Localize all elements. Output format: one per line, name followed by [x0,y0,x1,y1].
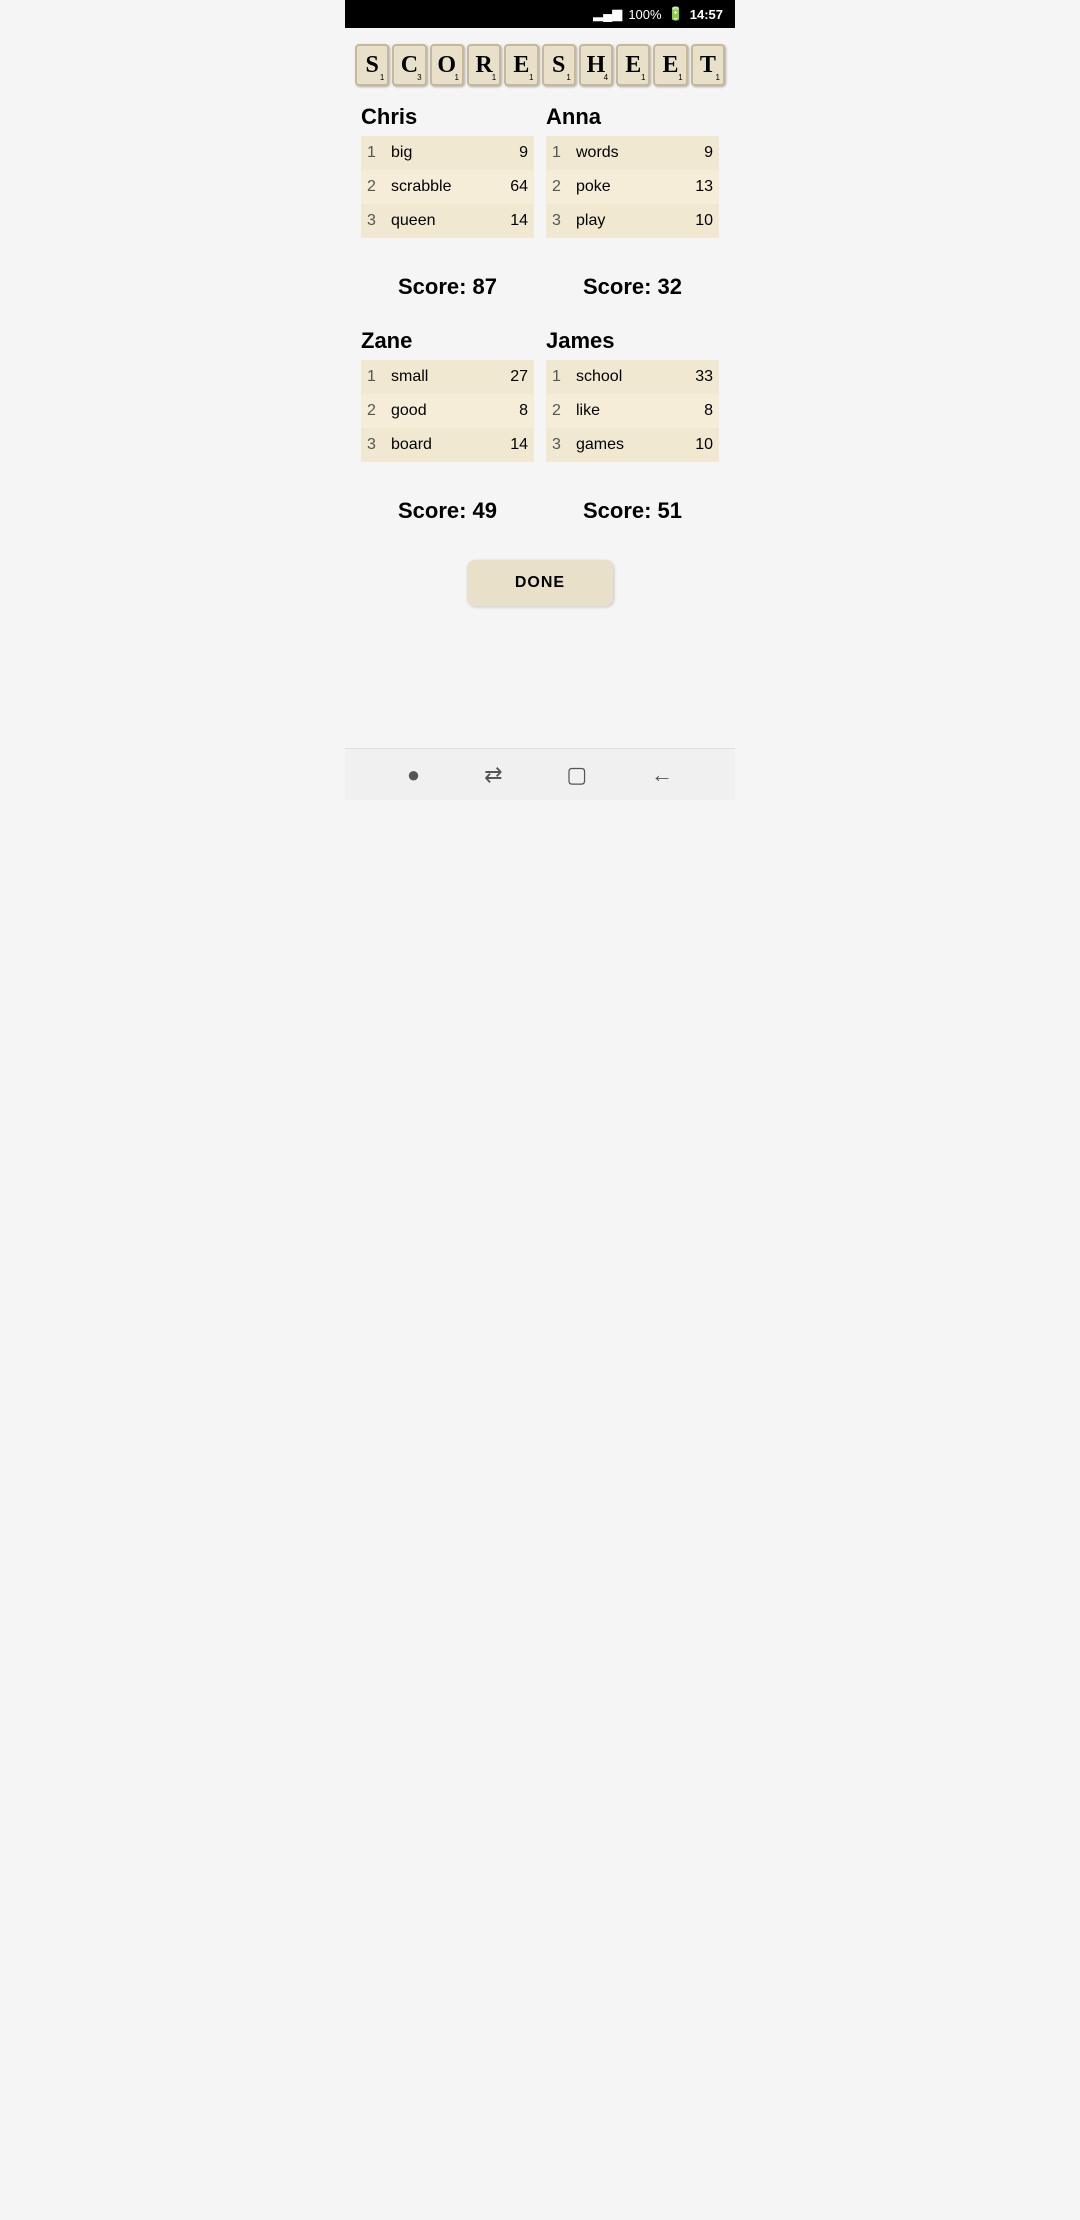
entry-score: 27 [480,360,534,394]
title-tile-o: O1 [430,44,464,86]
player-section-zane: Zane 1 small 27 2 good 8 3 board 14 [361,320,534,462]
table-row: 3 play 10 [546,204,719,238]
battery-icon: 🔋 [668,6,684,22]
title-tile-s: S1 [355,44,389,86]
player-section-james: James 1 school 33 2 like 8 3 games 10 [546,320,719,462]
table-row: 2 poke 13 [546,170,719,204]
entry-score: 9 [491,136,534,170]
entry-word: small [385,360,480,394]
title-tile-e: E1 [653,44,687,86]
table-row: 1 big 9 [361,136,534,170]
entry-word: poke [570,170,666,204]
table-row: 2 scrabble 64 [361,170,534,204]
entry-num: 2 [546,394,570,428]
entry-num: 3 [361,428,385,462]
player-name-anna: Anna [546,104,719,130]
entry-num: 2 [361,394,385,428]
entry-num: 2 [546,170,570,204]
entry-word: board [385,428,480,462]
entry-num: 3 [546,204,570,238]
entry-num: 2 [361,170,385,204]
entry-word: play [570,204,666,238]
score-total-chris: Score: 87 [361,264,534,310]
title-tiles: S1C3O1R1E1S1H4E1E1T1 [345,28,735,96]
entry-word: big [385,136,491,170]
title-tile-e: E1 [616,44,650,86]
table-row: 1 school 33 [546,360,719,394]
player-name-zane: Zane [361,328,534,354]
entry-num: 3 [546,428,570,462]
score-total-anna: Score: 32 [546,264,719,310]
table-row: 3 games 10 [546,428,719,462]
title-tile-s: S1 [542,44,576,86]
entry-score: 10 [666,204,719,238]
player-section-anna: Anna 1 words 9 2 poke 13 3 play 10 [546,96,719,238]
entry-word: scrabble [385,170,491,204]
table-row: 1 words 9 [546,136,719,170]
score-table-chris: 1 big 9 2 scrabble 64 3 queen 14 [361,136,534,238]
score-table-james: 1 school 33 2 like 8 3 games 10 [546,360,719,462]
nav-bar: ● ⇄ ▢ ← [345,748,735,800]
table-row: 1 small 27 [361,360,534,394]
entry-num: 1 [546,136,570,170]
entry-num: 1 [546,360,570,394]
entry-score: 8 [480,394,534,428]
entry-score: 10 [670,428,719,462]
score-table-zane: 1 small 27 2 good 8 3 board 14 [361,360,534,462]
time-display: 14:57 [690,7,723,22]
title-tile-t: T1 [691,44,725,86]
score-total-zane: Score: 49 [361,488,534,534]
bottom-players-grid: Zane 1 small 27 2 good 8 3 board 14 Jame… [361,320,719,472]
entry-num: 3 [361,204,385,238]
entry-word: like [570,394,670,428]
entry-word: words [570,136,666,170]
entry-word: school [570,360,670,394]
bottom-scores-summary: Score: 49 Score: 51 [361,488,719,534]
entry-score: 64 [491,170,534,204]
battery-text: 100% [628,7,661,22]
done-button[interactable]: DONE [467,560,613,606]
entry-score: 13 [666,170,719,204]
player-name-chris: Chris [361,104,534,130]
table-row: 2 like 8 [546,394,719,428]
title-tile-e: E1 [504,44,538,86]
top-scores-summary: Score: 87 Score: 32 [361,264,719,310]
main-content: Chris 1 big 9 2 scrabble 64 3 queen 14 A… [345,96,735,748]
title-tile-h: H4 [579,44,613,86]
signal-icon: ▂▄▆ [593,6,622,22]
table-row: 3 board 14 [361,428,534,462]
entry-word: good [385,394,480,428]
entry-score: 8 [670,394,719,428]
nav-recents-icon[interactable]: ⇄ [484,762,502,788]
nav-home-icon[interactable]: ▢ [566,762,587,788]
table-row: 2 good 8 [361,394,534,428]
entry-score: 14 [491,204,534,238]
player-name-james: James [546,328,719,354]
table-row: 3 queen 14 [361,204,534,238]
status-bar: ▂▄▆ 100% 🔋 14:57 [345,0,735,28]
title-tile-c: C3 [392,44,426,86]
entry-word: queen [385,204,491,238]
score-table-anna: 1 words 9 2 poke 13 3 play 10 [546,136,719,238]
title-tile-r: R1 [467,44,501,86]
player-section-chris: Chris 1 big 9 2 scrabble 64 3 queen 14 [361,96,534,238]
nav-back-icon[interactable]: ← [651,762,673,788]
done-button-row: DONE [361,544,719,618]
top-players-grid: Chris 1 big 9 2 scrabble 64 3 queen 14 A… [361,96,719,248]
entry-num: 1 [361,360,385,394]
nav-dot-icon[interactable]: ● [407,762,420,788]
entry-num: 1 [361,136,385,170]
entry-score: 14 [480,428,534,462]
entry-score: 9 [666,136,719,170]
score-total-james: Score: 51 [546,488,719,534]
entry-score: 33 [670,360,719,394]
entry-word: games [570,428,670,462]
